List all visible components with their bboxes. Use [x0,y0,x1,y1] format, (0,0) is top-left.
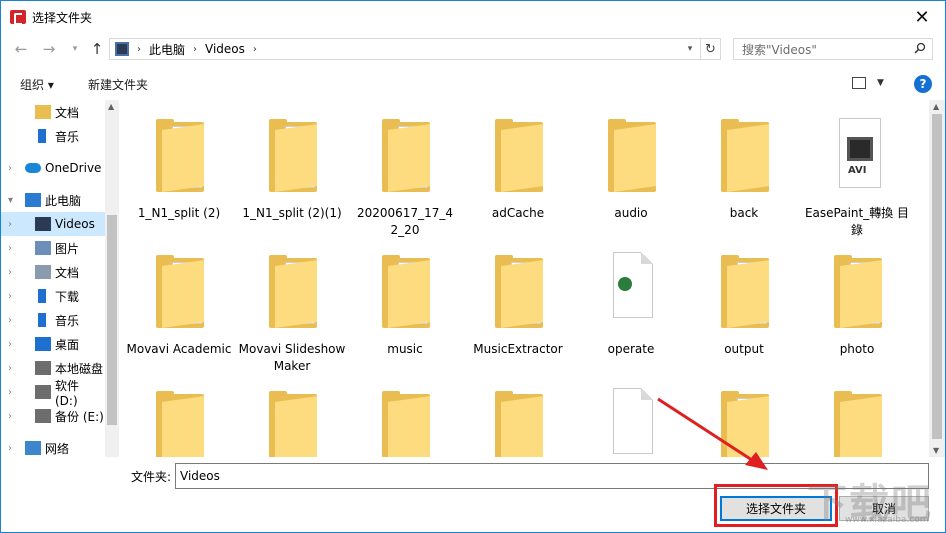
select-folder-dialog: 选择文件夹 ✕ ← → ▾ ↑ › 此电脑 › Videos › ▾ ↻ 搜索"… [0,0,946,533]
annotation-arrow [657,397,768,470]
watermark: 下载吧 www.xiazaiba.com [807,481,933,527]
